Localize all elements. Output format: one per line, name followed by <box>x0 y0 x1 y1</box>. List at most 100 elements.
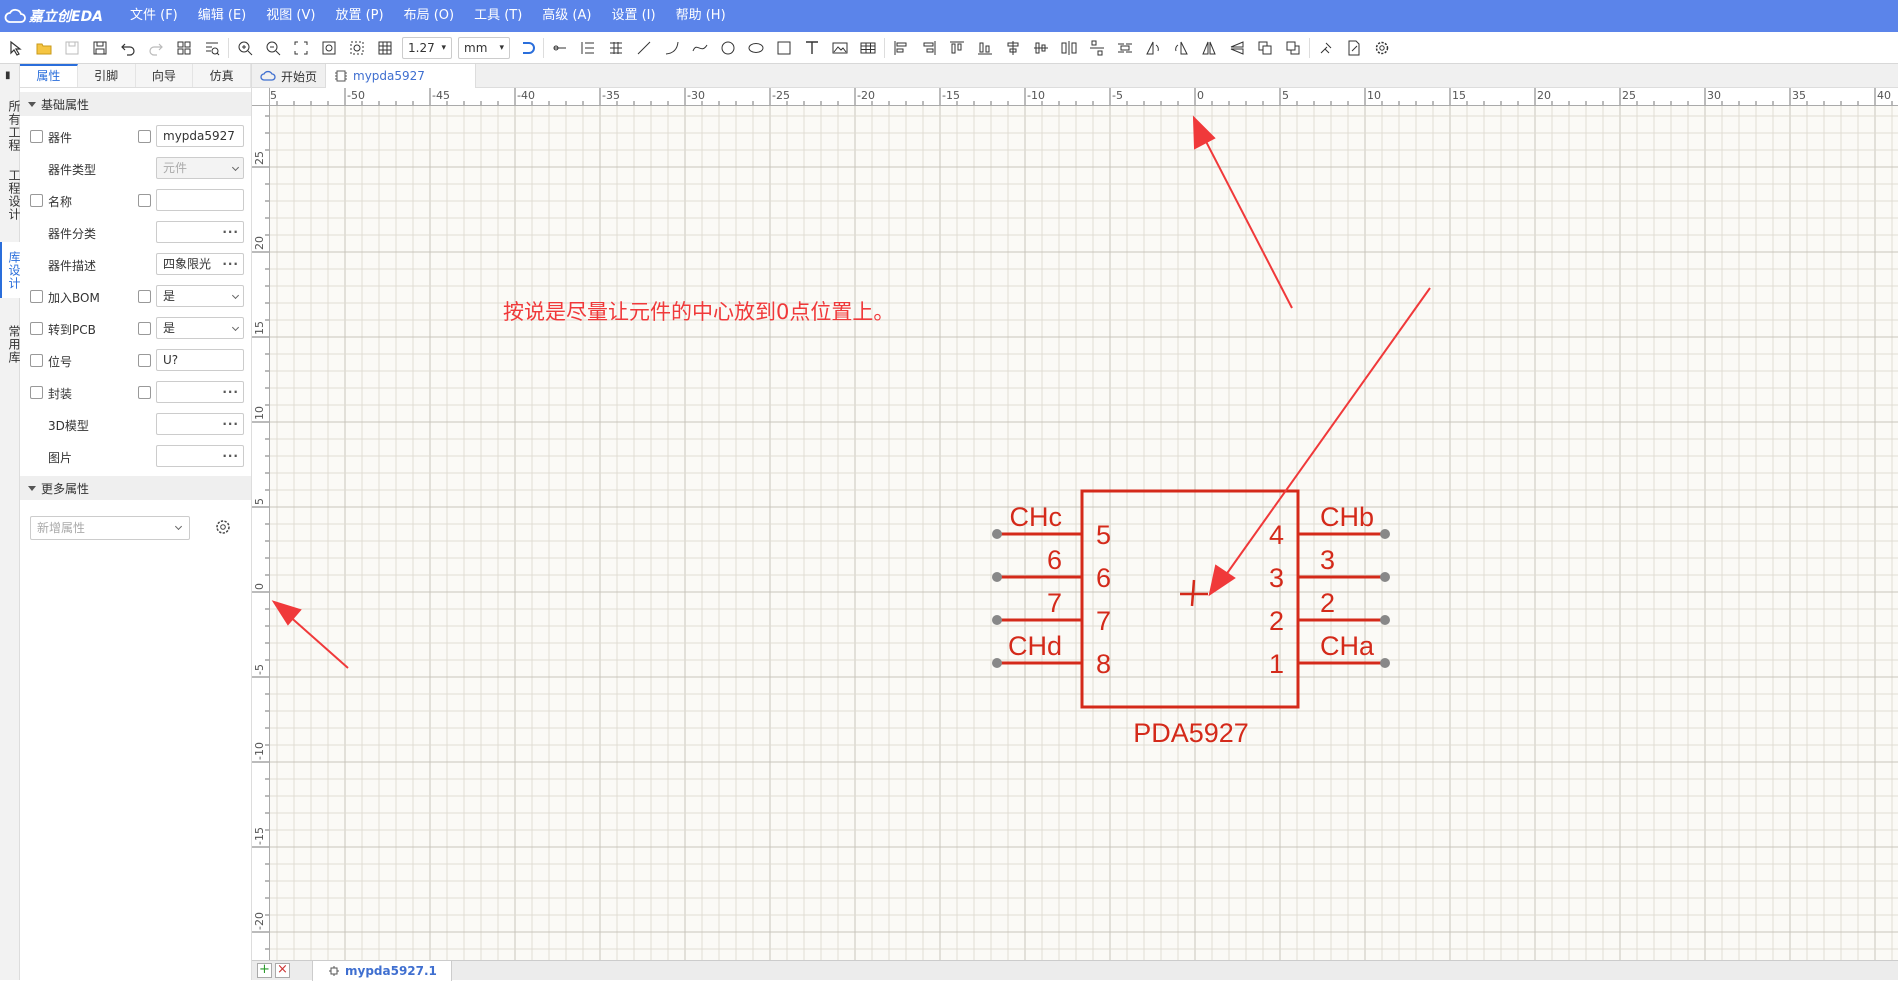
line-tool-icon[interactable] <box>630 34 658 62</box>
app-logo[interactable]: 嘉立创EDA <box>0 6 120 26</box>
align-center-h-icon[interactable] <box>999 34 1027 62</box>
device-type-select[interactable]: 元件 <box>156 157 244 179</box>
tab-pins[interactable]: 引脚 <box>78 64 136 87</box>
vtab-project-design[interactable]: 工程设计 <box>0 167 21 223</box>
footprint-input[interactable]: ··· <box>156 381 244 403</box>
zoom-in-icon[interactable] <box>231 34 259 62</box>
more-dots-icon[interactable]: ··· <box>222 446 239 466</box>
distribute-v-icon[interactable] <box>1083 34 1111 62</box>
rotate-left-icon[interactable] <box>1139 34 1167 62</box>
arc-tool-icon[interactable] <box>658 34 686 62</box>
description-input[interactable]: 四象限光 ··· <box>156 253 244 275</box>
snap-toggle-icon[interactable] <box>513 34 541 62</box>
more-dots-icon[interactable]: ··· <box>222 222 239 242</box>
device-input[interactable]: mypda5927 <box>156 125 244 147</box>
align-bottom-icon[interactable] <box>971 34 999 62</box>
more-dots-icon[interactable]: ··· <box>220 254 239 274</box>
new-attribute-select[interactable]: 新增属性 <box>30 516 190 540</box>
footprint-show-checkbox[interactable] <box>138 386 151 399</box>
open-folder-icon[interactable] <box>30 34 58 62</box>
grid-size-select[interactable]: 1.27 ▾ <box>402 36 452 59</box>
footprint-visible-checkbox[interactable] <box>30 386 43 399</box>
more-dots-icon[interactable]: ··· <box>222 414 239 434</box>
ruler-top[interactable]: 5 -50 -45 -40 -35 -30 -25 -20 -15 -10 -5 0 5 10 15 20 25… <box>270 88 1898 106</box>
more-dots-icon[interactable]: ··· <box>222 382 239 402</box>
save-as-icon[interactable] <box>86 34 114 62</box>
vtab-all-projects[interactable]: 所有工程 <box>0 98 21 154</box>
align-grid-icon[interactable] <box>1111 34 1139 62</box>
align-right-icon[interactable] <box>915 34 943 62</box>
pin-endpoint[interactable] <box>1380 529 1390 539</box>
menu-layout[interactable]: 布局 (O) <box>394 0 465 32</box>
name-show-checkbox[interactable] <box>138 194 151 207</box>
menu-help[interactable]: 帮助 (H) <box>666 0 736 32</box>
bom-visible-checkbox[interactable] <box>30 290 43 303</box>
flip-vertical-icon[interactable] <box>1223 34 1251 62</box>
pin-endpoint[interactable] <box>1380 615 1390 625</box>
image-input[interactable]: ··· <box>156 445 244 467</box>
tab-wizard[interactable]: 向导 <box>136 64 194 87</box>
bezier-tool-icon[interactable] <box>686 34 714 62</box>
menu-place[interactable]: 放置 (P) <box>325 0 393 32</box>
basic-properties-header[interactable]: 基础属性 <box>20 92 251 116</box>
zoom-out-icon[interactable] <box>259 34 287 62</box>
category-input[interactable]: ··· <box>156 221 244 243</box>
flip-horizontal-icon[interactable] <box>1195 34 1223 62</box>
menu-file[interactable]: 文件 (F) <box>120 0 188 32</box>
drc-icon[interactable] <box>1312 34 1340 62</box>
distribute-h-icon[interactable] <box>1055 34 1083 62</box>
designator-input[interactable]: U? <box>156 349 244 371</box>
table-tool-icon[interactable] <box>854 34 882 62</box>
pin-endpoint[interactable] <box>992 529 1002 539</box>
bom-show-checkbox[interactable] <box>138 290 151 303</box>
align-left-icon[interactable] <box>887 34 915 62</box>
schematic-canvas[interactable]: CHc 6 7 CHd 5 6 7 8 4 3 2 1 CHb 3 2 CHa … <box>270 106 1898 960</box>
select-tool-icon[interactable] <box>2 34 30 62</box>
rotate-right-icon[interactable] <box>1167 34 1195 62</box>
align-top-icon[interactable] <box>943 34 971 62</box>
name-visible-checkbox[interactable] <box>30 194 43 207</box>
to-pcb-select[interactable]: 是 <box>156 317 244 339</box>
undo-icon[interactable] <box>114 34 142 62</box>
device-show-checkbox[interactable] <box>138 130 151 143</box>
component-name-label[interactable]: PDA5927 <box>1133 718 1249 748</box>
unit-select[interactable]: mm ▾ <box>458 36 510 59</box>
rectangle-tool-icon[interactable] <box>770 34 798 62</box>
bring-front-icon[interactable] <box>1251 34 1279 62</box>
settings-gear-icon[interactable] <box>1368 34 1396 62</box>
text-tool-icon[interactable] <box>798 34 826 62</box>
grid-select-icon[interactable] <box>170 34 198 62</box>
vtab-library-design[interactable]: 库设计 <box>0 242 21 298</box>
pin-group-icon[interactable] <box>602 34 630 62</box>
grid-icon[interactable] <box>371 34 399 62</box>
redo-icon[interactable] <box>142 34 170 62</box>
tab-properties[interactable]: 属性 <box>20 64 78 87</box>
fit-view-icon[interactable] <box>287 34 315 62</box>
more-properties-header[interactable]: 更多属性 <box>20 476 251 500</box>
attribute-settings-gear-icon[interactable] <box>214 518 232 536</box>
send-back-icon[interactable] <box>1279 34 1307 62</box>
align-center-v-icon[interactable] <box>1027 34 1055 62</box>
pin-endpoint[interactable] <box>992 572 1002 582</box>
delete-sheet-button[interactable]: × <box>275 963 290 978</box>
pin-tool-icon[interactable] <box>546 34 574 62</box>
menu-settings[interactable]: 设置 (I) <box>601 0 665 32</box>
circle-tool-icon[interactable] <box>714 34 742 62</box>
sheet-tab[interactable]: mypda5927.1 <box>312 960 452 981</box>
pin-endpoint[interactable] <box>992 658 1002 668</box>
menu-tools[interactable]: 工具 (T) <box>464 0 532 32</box>
pcb-visible-checkbox[interactable] <box>30 322 43 335</box>
bom-select[interactable]: 是 <box>156 285 244 307</box>
designator-visible-checkbox[interactable] <box>30 354 43 367</box>
symbol-body-rect[interactable] <box>1080 489 1300 709</box>
ruler-left[interactable]: 25 20 15 10 5 0 -5 -10 -15 -20 <box>252 106 270 960</box>
device-visible-checkbox[interactable] <box>30 130 43 143</box>
pin-icon[interactable]: ▮ <box>5 70 11 81</box>
pin-endpoint[interactable] <box>992 615 1002 625</box>
menu-edit[interactable]: 编辑 (E) <box>188 0 257 32</box>
pcb-show-checkbox[interactable] <box>138 322 151 335</box>
tab-start-page[interactable]: 开始页 <box>252 64 327 88</box>
zoom-selection-icon[interactable] <box>343 34 371 62</box>
save-icon[interactable] <box>58 34 86 62</box>
tab-symbol-document[interactable]: mypda5927 <box>326 64 477 88</box>
